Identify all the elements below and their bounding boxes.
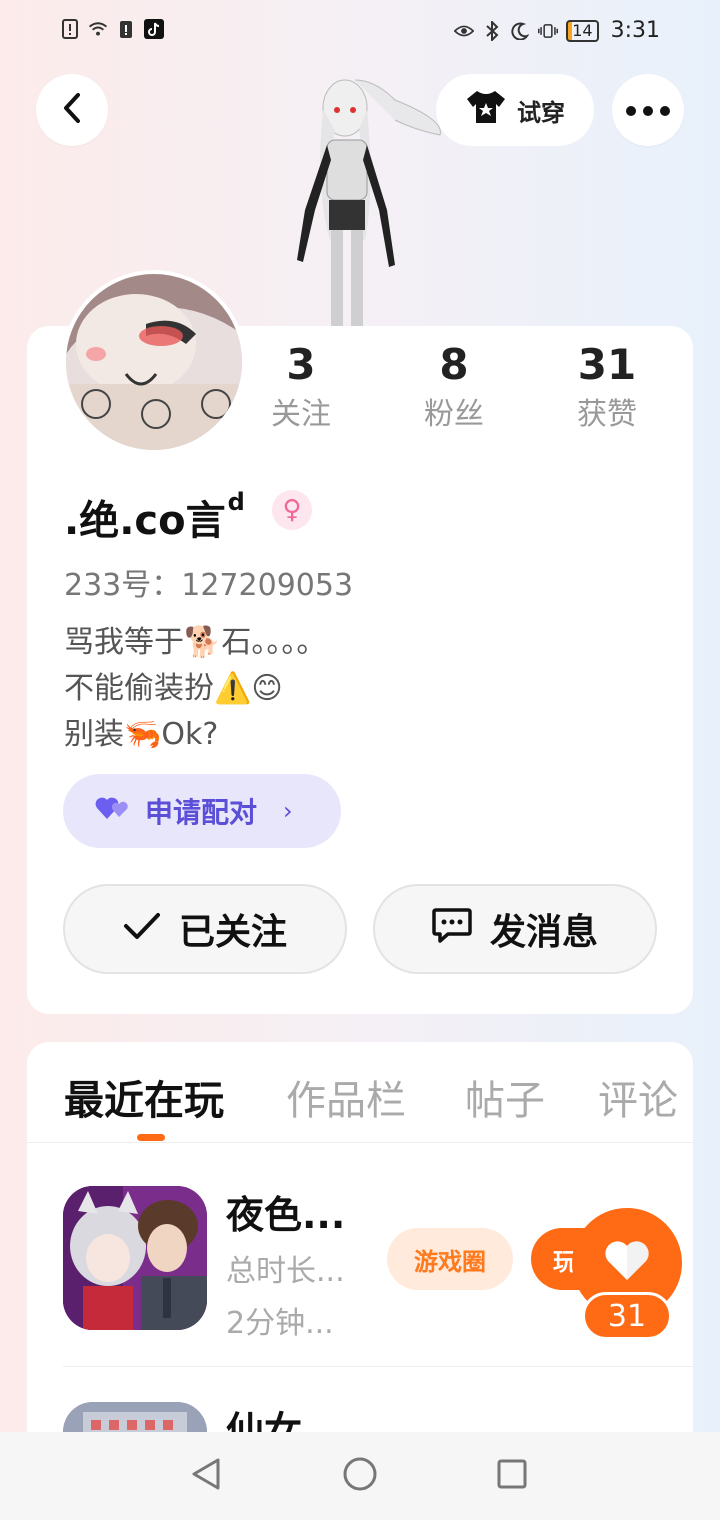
try-on-label: 试穿 bbox=[517, 98, 565, 127]
eye-icon bbox=[454, 20, 475, 42]
tab-works[interactable]: 作品栏 bbox=[286, 1068, 406, 1126]
checkmark-icon bbox=[123, 909, 161, 950]
gender-female-icon: ♀ bbox=[272, 490, 312, 530]
row-divider bbox=[63, 1366, 693, 1367]
tab-divider bbox=[27, 1142, 693, 1143]
game-total-time-label: 总时长... bbox=[226, 1254, 345, 1289]
status-right: 14 3:31 bbox=[454, 18, 660, 43]
pair-hearts-icon bbox=[95, 795, 131, 828]
gender-symbol: ♀ bbox=[282, 495, 302, 525]
game-title[interactable]: 夜色... bbox=[226, 1184, 345, 1239]
wifi-icon bbox=[88, 18, 108, 40]
game-circle-button[interactable]: 游戏圈 bbox=[387, 1228, 513, 1290]
followers-label: 粉丝 bbox=[424, 397, 484, 432]
clock: 3:31 bbox=[610, 18, 660, 43]
apply-pair-label: 申请配对 bbox=[145, 796, 258, 829]
username-text: .绝.co言 bbox=[64, 498, 226, 544]
moon-icon bbox=[510, 20, 530, 42]
battery-level: 14 bbox=[566, 19, 599, 42]
triangle-back-icon bbox=[190, 1457, 222, 1495]
user-id: 233号：127209053 bbox=[64, 568, 354, 603]
send-message-button[interactable]: 发消息 bbox=[373, 884, 657, 974]
apply-pair-button[interactable]: 申请配对 › bbox=[63, 774, 341, 848]
followers-count: 8 bbox=[439, 340, 469, 389]
circle-home-icon bbox=[342, 1456, 378, 1496]
game-icon[interactable] bbox=[63, 1186, 207, 1330]
profile-avatar[interactable] bbox=[62, 270, 246, 454]
tab-posts[interactable]: 帖子 bbox=[465, 1068, 545, 1126]
nav-recents-button[interactable] bbox=[490, 1454, 534, 1498]
bio: 骂我等于🐕石。。。。 不能偷装扮⚠️😊 别装🦐Ok? bbox=[64, 620, 326, 758]
status-left bbox=[60, 18, 164, 40]
square-recents-icon bbox=[496, 1458, 528, 1494]
status-bar: 14 3:31 bbox=[0, 0, 720, 60]
chevron-left-icon bbox=[60, 92, 84, 128]
bio-line: 骂我等于🐕石。。。。 bbox=[64, 625, 327, 660]
stat-following[interactable]: 3 关注 bbox=[231, 340, 371, 436]
bio-line: 别装🦐Ok? bbox=[64, 717, 219, 752]
likes-label: 获赞 bbox=[577, 397, 637, 432]
active-tab-indicator bbox=[137, 1134, 165, 1141]
send-message-label: 发消息 bbox=[489, 912, 598, 953]
chat-bubble-icon bbox=[432, 907, 472, 952]
following-count: 3 bbox=[286, 340, 316, 389]
likes-count: 31 bbox=[577, 340, 637, 389]
battery-alert-icon bbox=[116, 18, 136, 40]
like-count-badge: 31 bbox=[582, 1292, 672, 1340]
more-options-button[interactable] bbox=[612, 74, 684, 146]
nav-back-button[interactable] bbox=[184, 1454, 228, 1498]
vibrate-icon bbox=[538, 20, 559, 42]
followed-button[interactable]: 已关注 bbox=[63, 884, 347, 974]
username: .绝.co言 d bbox=[64, 488, 245, 546]
system-nav-bar bbox=[0, 1432, 720, 1520]
followed-label: 已关注 bbox=[178, 912, 287, 953]
tshirt-icon bbox=[465, 89, 507, 131]
sim-alert-icon bbox=[60, 18, 80, 40]
tiktok-icon bbox=[144, 18, 164, 40]
game-play-duration: 2分钟... bbox=[226, 1306, 334, 1341]
nav-home-button[interactable] bbox=[338, 1454, 382, 1498]
username-sup: d bbox=[227, 488, 245, 516]
tab-recently-played[interactable]: 最近在玩 bbox=[64, 1068, 224, 1126]
bio-line: 不能偷装扮⚠️😊 bbox=[64, 671, 283, 706]
heart-icon bbox=[603, 1240, 651, 1286]
following-label: 关注 bbox=[271, 397, 331, 432]
bluetooth-icon bbox=[482, 20, 502, 42]
more-dots-icon bbox=[626, 101, 670, 120]
back-button[interactable] bbox=[36, 74, 108, 146]
stat-likes[interactable]: 31 获赞 bbox=[537, 340, 677, 436]
try-on-button[interactable]: 试穿 bbox=[436, 74, 594, 146]
chevron-right-icon: › bbox=[283, 797, 293, 825]
stat-followers[interactable]: 8 粉丝 bbox=[384, 340, 524, 436]
tab-comments[interactable]: 评论 bbox=[598, 1068, 678, 1126]
